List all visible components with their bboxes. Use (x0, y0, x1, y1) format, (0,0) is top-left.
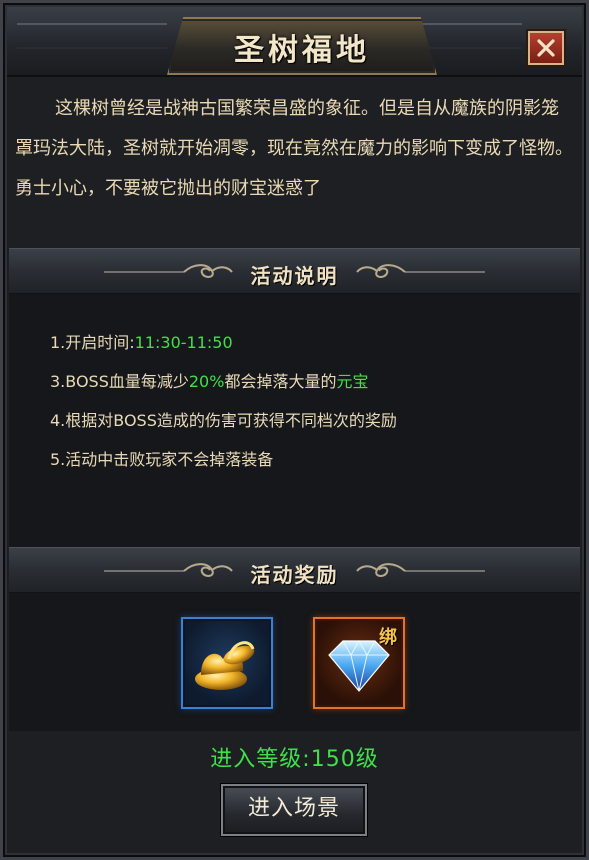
enter-scene-button[interactable]: 进入场景 (221, 784, 367, 836)
rule-item: 1.开启时间:11:30-11:50 (50, 328, 570, 367)
rule-text: 3.BOSS血量每减少 (50, 372, 189, 391)
reward-slot-diamond[interactable]: 绑 (313, 617, 405, 709)
activity-rules: 1.开启时间:11:30-11:50 3.BOSS血量每减少20%都会掉落大量的… (50, 328, 570, 484)
activity-info-header: 活动说明 (9, 248, 580, 294)
title-ornament-left (17, 23, 167, 49)
rule-text: 都会掉落大量的 (224, 372, 337, 391)
enter-level-requirement: 进入等级:150级 (210, 747, 379, 772)
bound-badge: 绑 (379, 627, 397, 648)
rule-item: 4.根据对BOSS造成的伤害可获得不同档次的奖励 (50, 406, 570, 445)
activity-info-title: 活动说明 (250, 264, 339, 288)
close-button[interactable] (528, 31, 564, 65)
event-dialog: 圣树福地 这棵树曾经是战神古国繁荣昌盛的象征。但是自从魔族的阴影笼罩玛法大陆，圣… (0, 0, 589, 860)
rewards-header: 活动奖励 (9, 547, 580, 593)
rule-yuanbao-highlight: 元宝 (336, 372, 369, 391)
rule-item: 5.活动中击败玩家不会掉落装备 (50, 445, 570, 484)
title-bar: 圣树福地 (7, 7, 582, 77)
ornament-swirl-right-icon (356, 563, 485, 577)
reward-slot-gold-ingot[interactable] (181, 617, 273, 709)
rule-time-highlight: 11:30-11:50 (134, 333, 233, 352)
ornament-swirl-right-icon (356, 264, 485, 278)
rule-item: 3.BOSS血量每减少20%都会掉落大量的元宝 (50, 367, 570, 406)
gold-ingot-icon (195, 641, 255, 690)
rule-percent-highlight: 20% (188, 372, 225, 391)
close-icon (537, 39, 555, 57)
rewards-body (9, 593, 580, 731)
dialog-title: 圣树福地 (234, 33, 370, 68)
rule-text: 1.开启时间: (50, 333, 135, 352)
rule-text: 5.活动中击败玩家不会掉落装备 (50, 450, 274, 469)
rule-text: 4.根据对BOSS造成的伤害可获得不同档次的奖励 (50, 411, 397, 430)
event-description: 这棵树曾经是战神古国繁荣昌盛的象征。但是自从魔族的阴影笼罩玛法大陆，圣树就开始凋… (15, 98, 573, 199)
rewards-title: 活动奖励 (250, 563, 339, 587)
